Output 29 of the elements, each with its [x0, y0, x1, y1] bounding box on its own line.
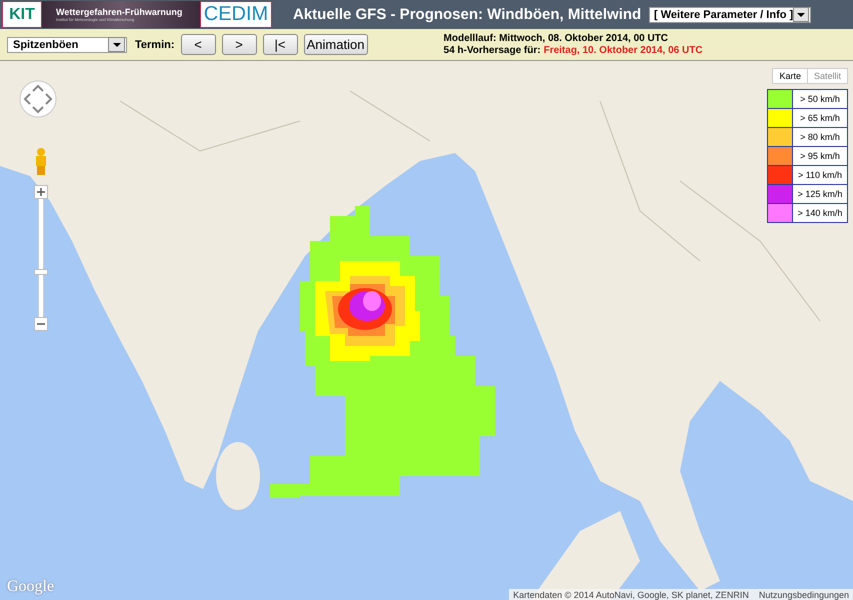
forecast-label: 54 h-Vorhersage für: — [444, 44, 541, 56]
model-run-text: Modelllauf: Mittwoch, 08. Oktober 2014, 00 UTC — [444, 32, 670, 44]
parameter-dropdown[interactable]: [ Weitere Parameter / Info ] — [649, 6, 811, 22]
forecast-time: Freitag, 10. Oktober 2014, 06 UTC — [544, 44, 703, 56]
legend-label: > 140 km/h — [796, 207, 844, 220]
zoom-out-icon[interactable] — [34, 317, 48, 331]
zoom-in-icon[interactable] — [34, 185, 48, 199]
variable-dropdown[interactable]: Spitzenböen — [7, 36, 127, 52]
legend-label: > 110 km/h — [796, 169, 844, 182]
terms-link[interactable]: Nutzungsbedingungen — [758, 590, 849, 600]
kit-logo: KIT — [2, 1, 42, 28]
zoom-slider-thumb[interactable] — [34, 268, 48, 275]
nav-button[interactable]: |< — [262, 34, 298, 55]
legend-label: > 125 km/h — [796, 188, 844, 201]
attribution-text: Kartendaten © 2014 AutoNavi, Google, SK planet, ZENRIN — [513, 590, 749, 600]
legend-label: > 80 km/h — [799, 131, 841, 144]
cedim-logo: CEDIM — [200, 1, 272, 28]
google-logo: Google — [7, 578, 54, 596]
legend-label: > 65 km/h — [799, 112, 841, 125]
nav-button[interactable]: Animation — [304, 34, 368, 55]
nav-button[interactable]: > — [222, 34, 257, 55]
page-title: Aktuelle GFS - Prognosen: Windböen, Mittelwind — [293, 6, 642, 23]
pegman-icon[interactable] — [34, 147, 48, 175]
legend-label: > 50 km/h — [799, 93, 841, 106]
pan-control-icon[interactable] — [19, 80, 57, 118]
termin-label: Termin: — [135, 38, 175, 50]
legend-label: > 95 km/h — [799, 150, 841, 163]
nav-button[interactable]: < — [180, 34, 216, 55]
banner-title: Wettergefahren-Frühwarnung — [56, 7, 184, 17]
